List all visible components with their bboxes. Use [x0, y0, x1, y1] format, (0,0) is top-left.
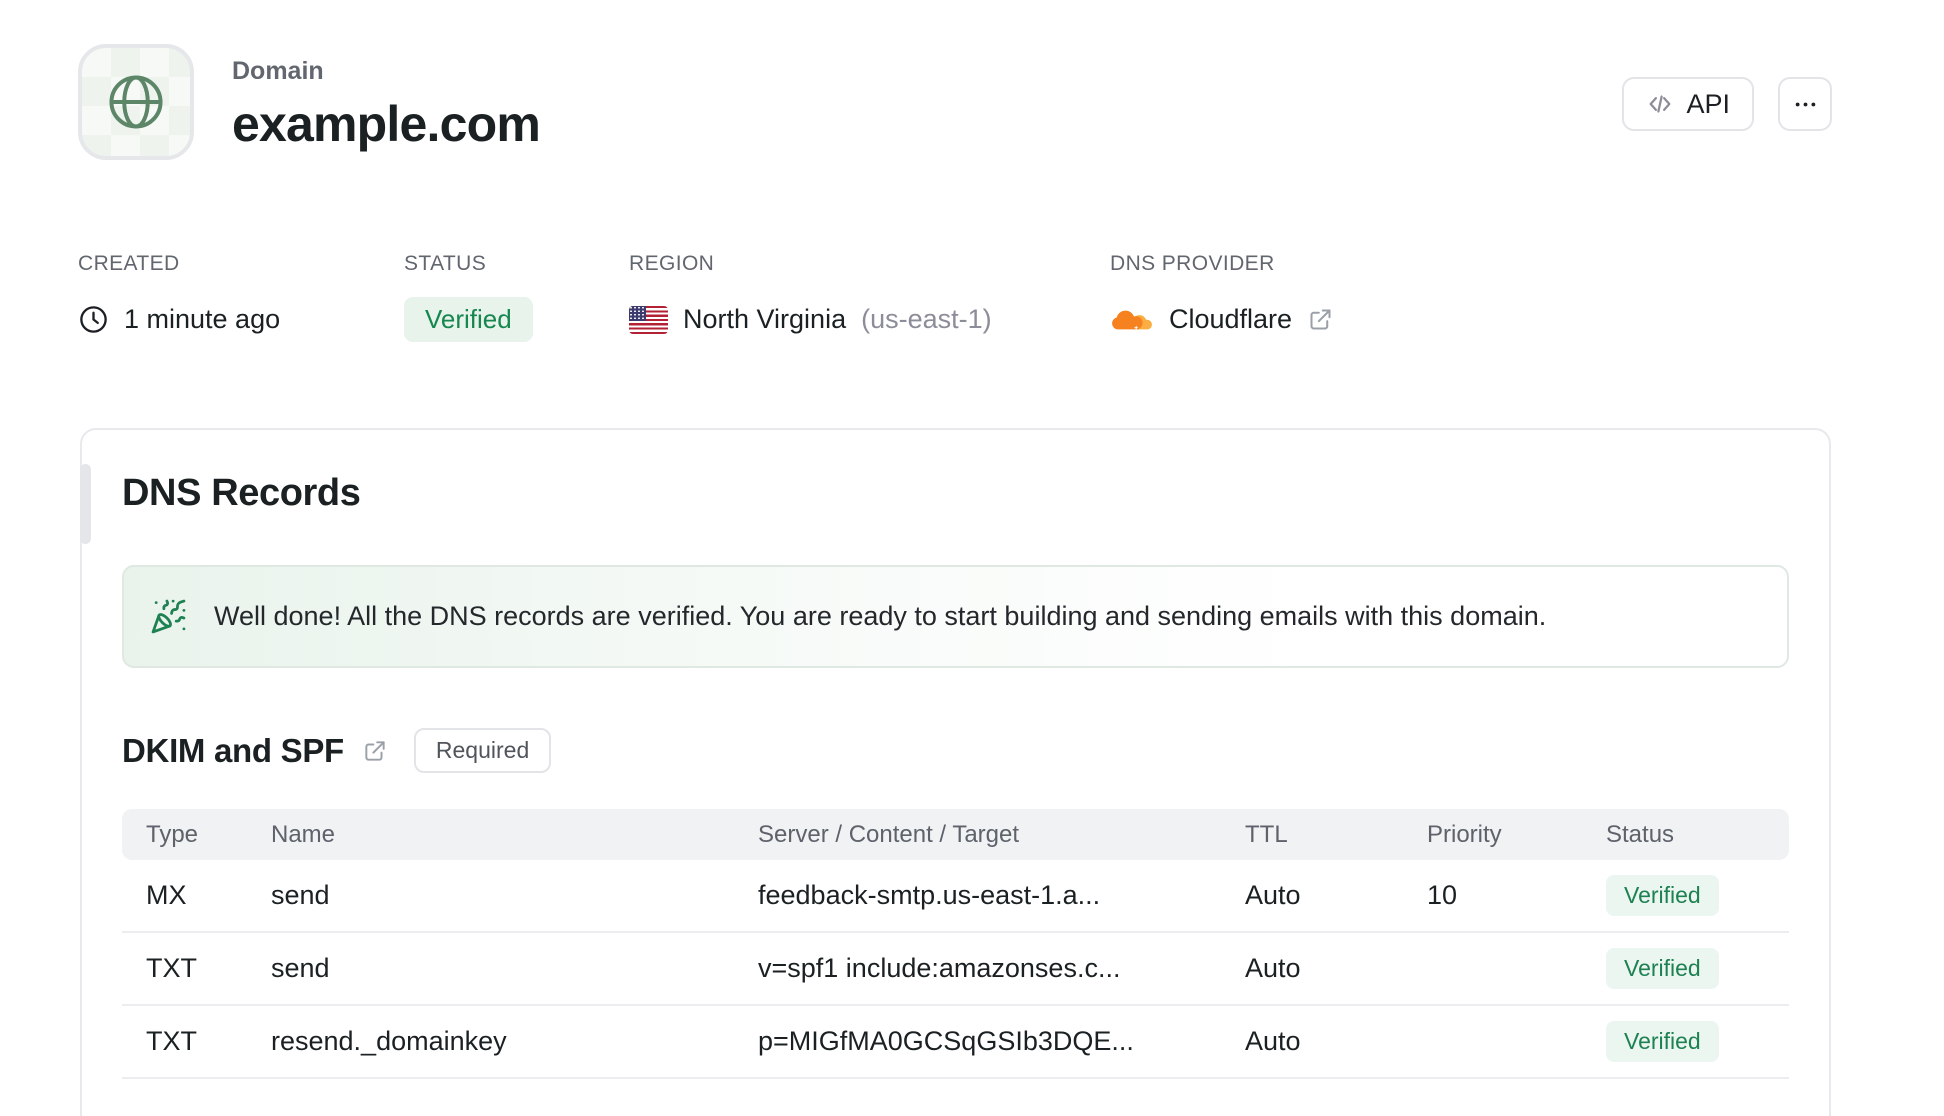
- region-code: (us-east-1): [861, 304, 992, 334]
- dns-records-heading: DNS Records: [122, 472, 361, 514]
- region-label: REGION: [629, 252, 715, 275]
- dkim-spf-section-header: DKIM and SPF Required: [122, 728, 1789, 773]
- record-name: send: [271, 880, 330, 910]
- header-actions: API: [1622, 44, 1832, 131]
- table-row[interactable]: MX send feedback-smtp.us-east-1.a... Aut…: [122, 860, 1789, 933]
- dns-provider-value: Cloudflare: [1169, 304, 1293, 334]
- record-ttl: Auto: [1245, 880, 1301, 910]
- party-popper-icon: [151, 599, 186, 634]
- col-type: Type: [146, 820, 199, 848]
- record-content: p=MIGfMA0GCSqGSIb3DQE...: [758, 1026, 1134, 1056]
- status-badge: Verified: [404, 297, 533, 342]
- col-status: Status: [1606, 820, 1675, 848]
- col-content: Server / Content / Target: [758, 820, 1020, 848]
- record-status-badge: Verified: [1606, 875, 1719, 916]
- entity-kind-label: Domain: [232, 57, 324, 85]
- scroll-indicator-pill: [80, 464, 91, 544]
- region-name: North Virginia: [683, 304, 847, 334]
- record-ttl: Auto: [1245, 953, 1301, 983]
- record-priority: 10: [1427, 880, 1458, 910]
- record-ttl: Auto: [1245, 1026, 1301, 1056]
- meta-status: STATUS Verified: [404, 252, 629, 343]
- status-label: STATUS: [404, 252, 487, 275]
- success-banner: Well done! All the DNS records are verif…: [122, 565, 1789, 668]
- dns-records-table: Type Name Server / Content / Target TTL …: [122, 809, 1789, 1079]
- table-row[interactable]: TXT send v=spf1 include:amazonses.c... A…: [122, 933, 1789, 1006]
- external-link-icon[interactable]: [1307, 306, 1334, 333]
- col-priority: Priority: [1427, 820, 1502, 848]
- code-icon: [1650, 95, 1671, 113]
- col-name: Name: [271, 820, 336, 848]
- cloudflare-icon: [1112, 310, 1152, 330]
- record-content: feedback-smtp.us-east-1.a...: [758, 880, 1101, 910]
- api-button[interactable]: API: [1622, 77, 1754, 131]
- record-name: resend._domainkey: [271, 1026, 507, 1056]
- record-status-badge: Verified: [1606, 948, 1719, 989]
- record-type: MX: [146, 880, 187, 910]
- success-banner-text: Well done! All the DNS records are verif…: [214, 601, 1547, 631]
- created-label: CREATED: [78, 252, 180, 275]
- record-type: TXT: [146, 1026, 197, 1056]
- record-content: v=spf1 include:amazonses.c...: [758, 953, 1121, 983]
- record-status-badge: Verified: [1606, 1021, 1719, 1062]
- ellipsis-icon: [1795, 102, 1815, 106]
- meta-dns-provider: DNS PROVIDER Cloudflare: [1110, 252, 1334, 343]
- record-name: send: [271, 953, 330, 983]
- required-badge: Required: [413, 728, 552, 773]
- globe-icon: [109, 75, 163, 129]
- api-button-label: API: [1686, 88, 1730, 119]
- meta-created: CREATED 1 minute ago: [78, 252, 404, 343]
- page-header: Domain example.com API: [78, 44, 1832, 160]
- header-text: Domain example.com: [232, 44, 541, 153]
- record-type: TXT: [146, 953, 197, 983]
- col-ttl: TTL: [1245, 820, 1288, 848]
- meta-region: REGION North Virginia (us-east-1): [629, 252, 1110, 343]
- table-header-row: Type Name Server / Content / Target TTL …: [122, 809, 1789, 860]
- table-row[interactable]: TXT resend._domainkey p=MIGfMA0GCSqGSIb3…: [122, 1006, 1789, 1079]
- created-value: 1 minute ago: [124, 304, 281, 334]
- us-flag-icon: [629, 305, 668, 334]
- dns-records-card: DNS Records Well done! All the DNS recor…: [80, 428, 1831, 1116]
- domain-avatar: [78, 44, 194, 160]
- meta-row: CREATED 1 minute ago STATUS Verified REG…: [78, 252, 1334, 343]
- clock-icon: [80, 306, 107, 333]
- dkim-spf-heading: DKIM and SPF: [122, 731, 344, 769]
- dns-provider-label: DNS PROVIDER: [1110, 252, 1275, 275]
- page-title: example.com: [232, 96, 541, 152]
- more-options-button[interactable]: [1778, 77, 1832, 131]
- external-link-icon[interactable]: [362, 738, 388, 764]
